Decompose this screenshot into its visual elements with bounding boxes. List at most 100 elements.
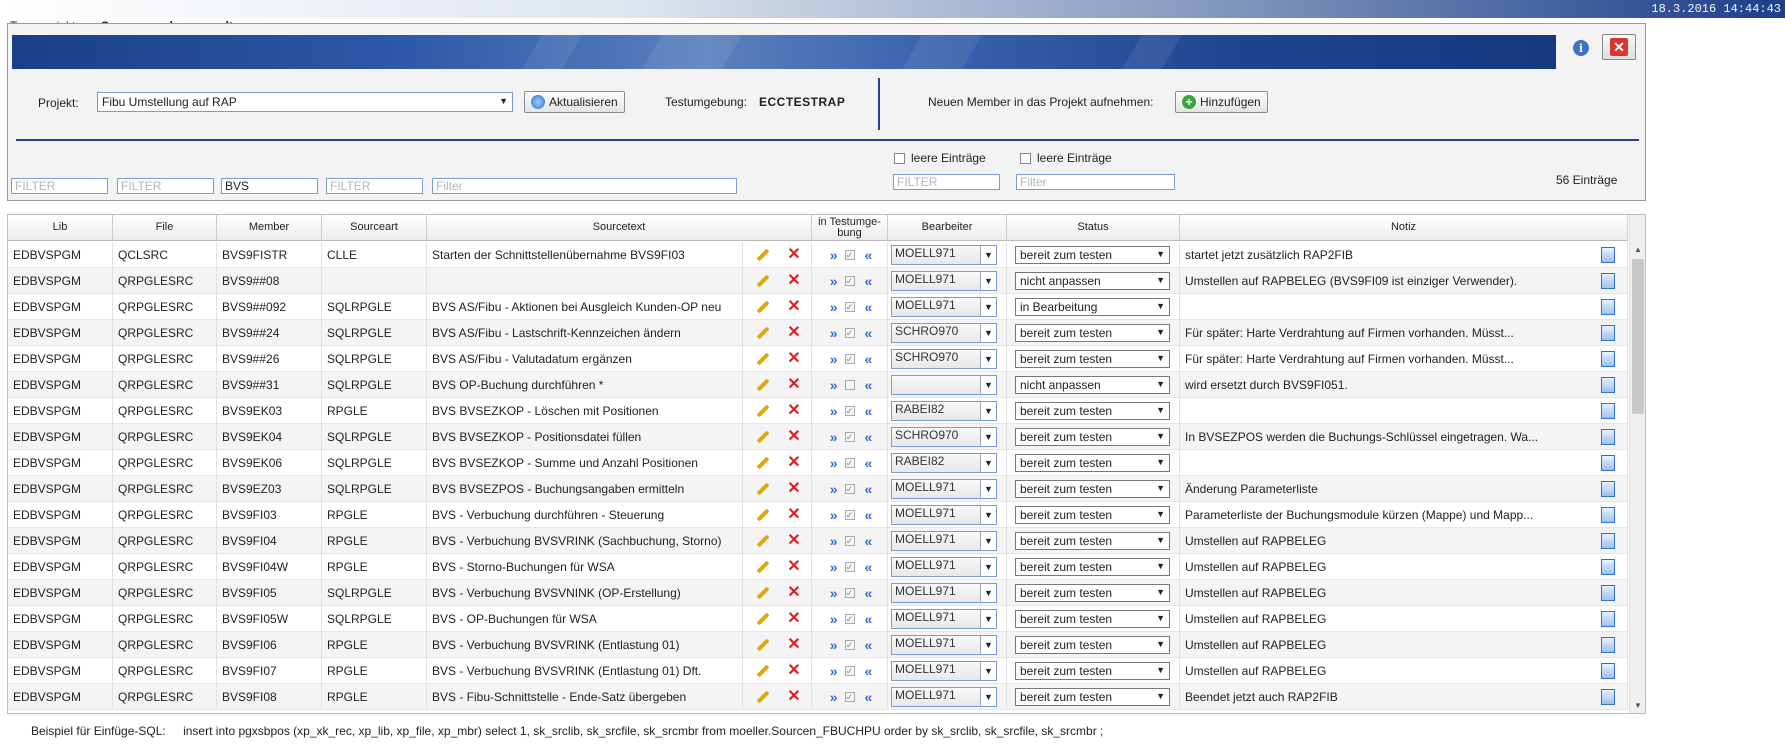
bearbeiter-select[interactable]: MOELL971 ▼ (891, 244, 997, 265)
in-testenv-checkbox[interactable]: ✓ (844, 613, 855, 624)
table-row[interactable]: EDBVSPGM QRPGLESRC BVS9EK04 SQLRPGLE BVS BVS… (8, 423, 1628, 450)
edit-note-icon[interactable] (1588, 501, 1628, 528)
status-select[interactable]: bereit zum testen ▼ (1015, 323, 1170, 342)
table-row[interactable]: EDBVSPGM QRPGLESRC BVS9##26 SQLRPGLE BVS AS/… (8, 345, 1628, 372)
move-from-test-icon[interactable]: « (865, 403, 873, 419)
vertical-scrollbar[interactable]: ▲ ▼ (1629, 215, 1645, 713)
chevron-down-icon[interactable]: ▼ (980, 401, 996, 420)
edit-note-icon[interactable] (1588, 293, 1628, 320)
delete-icon[interactable]: ✕ (777, 319, 812, 346)
in-testenv-checkbox[interactable] (844, 379, 855, 390)
delete-icon[interactable]: ✕ (777, 501, 812, 528)
in-testenv-checkbox[interactable]: ✓ (844, 483, 855, 494)
edit-icon[interactable] (743, 684, 777, 710)
status-select[interactable]: bereit zum testen ▼ (1015, 245, 1170, 264)
move-to-test-icon[interactable]: » (830, 663, 838, 679)
delete-icon[interactable]: ✕ (777, 683, 812, 710)
edit-note-icon[interactable] (1588, 631, 1628, 658)
chevron-down-icon[interactable]: ▼ (980, 271, 996, 290)
move-to-test-icon[interactable]: » (830, 481, 838, 497)
bearbeiter-select[interactable]: MOELL971 ▼ (891, 660, 997, 681)
table-row[interactable]: EDBVSPGM QRPGLESRC BVS9FI08 RPGLE BVS - Fibu… (8, 683, 1628, 710)
status-select[interactable]: bereit zum testen ▼ (1015, 687, 1170, 706)
chevron-down-icon[interactable]: ▼ (980, 557, 996, 576)
edit-icon[interactable] (743, 476, 777, 502)
project-select[interactable]: Fibu Umstellung auf RAP ▼ (97, 92, 513, 112)
bearbeiter-select[interactable]: SCHRO970 ▼ (891, 322, 997, 343)
in-testenv-checkbox[interactable]: ✓ (844, 457, 855, 468)
table-row[interactable]: EDBVSPGM QRPGLESRC BVS9##08 ✕» ✓ «MOELL971 ▼ ni… (8, 267, 1628, 294)
move-to-test-icon[interactable]: » (830, 585, 838, 601)
status-select[interactable]: bereit zum testen ▼ (1015, 557, 1170, 576)
bearbeiter-select[interactable]: MOELL971 ▼ (891, 634, 997, 655)
col-sourceart[interactable]: Sourceart (322, 215, 427, 240)
move-from-test-icon[interactable]: « (865, 533, 873, 549)
edit-icon[interactable] (743, 632, 777, 658)
col-status[interactable]: Status (1007, 215, 1180, 240)
edit-note-icon[interactable] (1588, 449, 1628, 476)
delete-icon[interactable]: ✕ (777, 345, 812, 372)
delete-icon[interactable]: ✕ (777, 527, 812, 554)
move-to-test-icon[interactable]: » (830, 559, 838, 575)
in-testenv-checkbox[interactable]: ✓ (844, 691, 855, 702)
bearbeiter-select[interactable]: MOELL971 ▼ (891, 582, 997, 603)
move-from-test-icon[interactable]: « (865, 637, 873, 653)
delete-icon[interactable]: ✕ (777, 397, 812, 424)
col-testenv[interactable]: in Testumge-bung (812, 215, 888, 240)
in-testenv-checkbox[interactable]: ✓ (844, 665, 855, 676)
edit-note-icon[interactable] (1588, 553, 1628, 580)
status-select[interactable]: in Bearbeitung ▼ (1015, 297, 1170, 316)
edit-icon[interactable] (743, 268, 777, 294)
edit-note-icon[interactable] (1588, 241, 1628, 268)
table-row[interactable]: EDBVSPGM QRPGLESRC BVS9##31 SQLRPGLE BVS OP-… (8, 371, 1628, 398)
bearbeiter-select[interactable]: MOELL971 ▼ (891, 504, 997, 525)
empty-entries-status-checkbox[interactable]: leere Einträge (1020, 151, 1112, 165)
chevron-down-icon[interactable]: ▼ (980, 583, 996, 602)
edit-note-icon[interactable] (1588, 683, 1628, 710)
close-button[interactable]: ✕ (1602, 34, 1636, 60)
move-to-test-icon[interactable]: » (830, 637, 838, 653)
delete-icon[interactable]: ✕ (777, 241, 812, 268)
bearbeiter-select[interactable]: ▼ (891, 374, 997, 395)
status-select[interactable]: bereit zum testen ▼ (1015, 635, 1170, 654)
in-testenv-checkbox[interactable]: ✓ (844, 509, 855, 520)
bearbeiter-select[interactable]: RABEI82 ▼ (891, 400, 997, 421)
edit-note-icon[interactable] (1588, 475, 1628, 502)
filter-file[interactable] (117, 178, 214, 194)
move-from-test-icon[interactable]: « (865, 585, 873, 601)
status-select[interactable]: bereit zum testen ▼ (1015, 583, 1170, 602)
col-member[interactable]: Member (217, 215, 322, 240)
table-row[interactable]: EDBVSPGM QRPGLESRC BVS9EK06 SQLRPGLE BVS BVS… (8, 449, 1628, 476)
move-from-test-icon[interactable]: « (865, 351, 873, 367)
edit-icon[interactable] (743, 424, 777, 450)
move-from-test-icon[interactable]: « (865, 507, 873, 523)
edit-icon[interactable] (743, 346, 777, 372)
edit-note-icon[interactable] (1588, 319, 1628, 346)
edit-note-icon[interactable] (1588, 267, 1628, 294)
move-to-test-icon[interactable]: » (830, 533, 838, 549)
table-row[interactable]: EDBVSPGM QRPGLESRC BVS9FI04W RPGLE BVS - Sto… (8, 553, 1628, 580)
col-bearbeiter[interactable]: Bearbeiter (888, 215, 1007, 240)
bearbeiter-select[interactable]: SCHRO970 ▼ (891, 348, 997, 369)
move-from-test-icon[interactable]: « (865, 299, 873, 315)
refresh-button[interactable]: Aktualisieren (524, 91, 625, 113)
status-select[interactable]: bereit zum testen ▼ (1015, 401, 1170, 420)
filter-lib[interactable] (11, 178, 108, 194)
move-to-test-icon[interactable]: » (830, 247, 838, 263)
move-to-test-icon[interactable]: » (830, 689, 838, 705)
col-sourcetext[interactable]: Sourcetext (427, 215, 812, 240)
table-row[interactable]: EDBVSPGM QRPGLESRC BVS9##24 SQLRPGLE BVS AS/… (8, 319, 1628, 346)
edit-note-icon[interactable] (1588, 423, 1628, 450)
edit-icon[interactable] (743, 450, 777, 476)
bearbeiter-select[interactable]: MOELL971 ▼ (891, 270, 997, 291)
checkbox-box[interactable] (894, 152, 905, 164)
delete-icon[interactable]: ✕ (777, 605, 812, 632)
edit-note-icon[interactable] (1588, 605, 1628, 632)
filter-status[interactable] (1016, 174, 1175, 190)
move-to-test-icon[interactable]: » (830, 611, 838, 627)
chevron-down-icon[interactable]: ▼ (980, 479, 996, 498)
in-testenv-checkbox[interactable]: ✓ (844, 301, 855, 312)
chevron-down-icon[interactable]: ▼ (980, 453, 996, 472)
bearbeiter-select[interactable]: SCHRO970 ▼ (891, 426, 997, 447)
col-file[interactable]: File (113, 215, 217, 240)
